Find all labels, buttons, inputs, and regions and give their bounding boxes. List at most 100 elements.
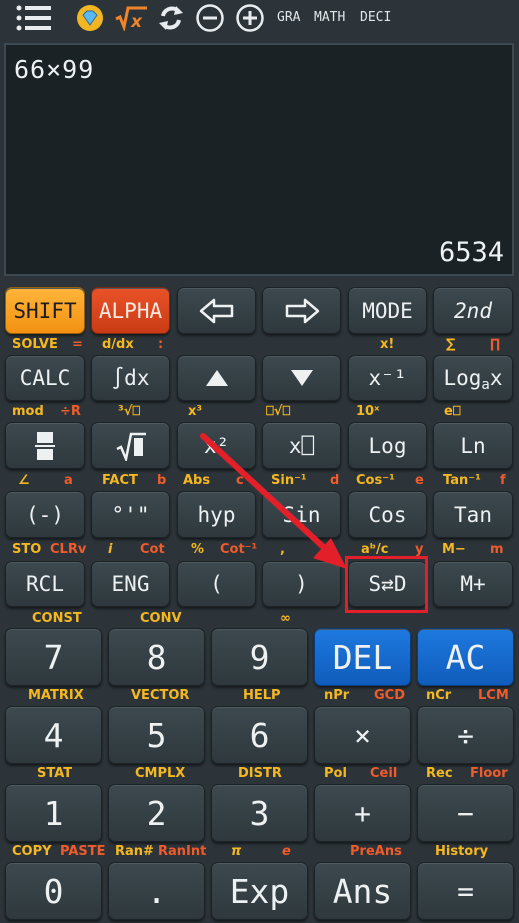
abc-label: aᵇ/c: [361, 542, 389, 557]
cursor-right-key[interactable]: [262, 287, 341, 334]
expression-text: 66×99: [14, 55, 95, 84]
exp-key[interactable]: Exp: [211, 862, 308, 920]
arrow-up-icon: [205, 370, 228, 386]
mplus-key[interactable]: M+: [433, 561, 513, 607]
f-label: f: [500, 473, 506, 488]
log-base-key[interactable]: Log a x: [433, 355, 513, 401]
divr-label: ÷R: [60, 404, 81, 419]
pi-label: π: [231, 844, 242, 859]
degree-key[interactable]: °'": [91, 491, 170, 538]
stat-label: STAT: [37, 766, 73, 781]
distr-label: DISTR: [238, 766, 282, 781]
arrow-right-icon: [285, 298, 319, 323]
eq-label: =: [72, 337, 83, 352]
m-label: m: [490, 542, 504, 557]
deci-button[interactable]: DECI: [360, 10, 391, 25]
fraction-icon: [35, 431, 55, 460]
npr-label: nPr: [324, 688, 350, 703]
ln-key[interactable]: Ln: [433, 422, 513, 469]
seven-key[interactable]: 7: [5, 628, 102, 686]
all-clear-key[interactable]: AC: [417, 628, 514, 686]
infinity-label: ∞: [280, 611, 291, 626]
integral-key[interactable]: ∫dx: [91, 355, 170, 401]
svg-text:x: x: [130, 12, 143, 31]
reciprocal-key[interactable]: x⁻¹: [348, 355, 427, 401]
multiply-key[interactable]: ×: [314, 706, 411, 764]
display-screen: 66×99 6534: [4, 43, 514, 276]
cmplx-label: CMPLX: [135, 766, 186, 781]
ddx-label: d/dx: [102, 337, 134, 352]
const-label: CONST: [32, 611, 82, 626]
fraction-key[interactable]: [5, 422, 85, 469]
diamond-icon[interactable]: [74, 3, 106, 33]
euler-label: e: [282, 844, 291, 859]
sqrt-key[interactable]: [91, 422, 170, 469]
five-key[interactable]: 5: [108, 706, 205, 764]
sqrt-icon: [115, 432, 146, 461]
minus-key[interactable]: −: [417, 784, 514, 842]
alpha-key[interactable]: ALPHA: [91, 287, 170, 334]
matrix-label: MATRIX: [28, 688, 84, 703]
two-key[interactable]: 2: [108, 784, 205, 842]
copy-label: COPY: [12, 844, 52, 859]
eng-key[interactable]: ENG: [91, 561, 170, 607]
calc-key[interactable]: CALC: [5, 355, 85, 401]
b-label: b: [157, 473, 167, 488]
vector-label: VECTOR: [131, 688, 190, 703]
gcd-label: GCD: [374, 688, 406, 703]
gra-button[interactable]: GRA: [277, 10, 300, 25]
history-label: History: [435, 844, 489, 859]
six-key[interactable]: 6: [211, 706, 308, 764]
log-base-sub: a: [481, 377, 490, 393]
help-label: HELP: [243, 688, 281, 703]
ncr-label: nCr: [426, 688, 452, 703]
tenx-label: 10ˣ: [356, 404, 380, 419]
up-key[interactable]: [177, 355, 256, 401]
lcm-label: LCM: [478, 688, 509, 703]
divide-key[interactable]: ÷: [417, 706, 514, 764]
a-label: a: [64, 473, 73, 488]
rcl-key[interactable]: RCL: [5, 561, 85, 607]
ans-key[interactable]: Ans: [314, 862, 411, 920]
sqrt-x-icon[interactable]: x: [114, 3, 148, 33]
e-label: e: [415, 473, 424, 488]
plus-key[interactable]: +: [314, 784, 411, 842]
zoom-in-icon[interactable]: [234, 3, 266, 33]
preans-label: PreAns: [350, 844, 402, 859]
top-toolbar: x GRA MATH DECI: [0, 0, 519, 38]
conv-label: CONV: [140, 611, 182, 626]
second-key[interactable]: 2nd: [433, 287, 513, 334]
one-key[interactable]: 1: [5, 784, 102, 842]
cos-key[interactable]: Cos: [348, 491, 427, 538]
x3-label: x³: [188, 404, 203, 419]
log-key[interactable]: Log: [348, 422, 427, 469]
cursor-left-key[interactable]: [177, 287, 256, 334]
mminus-label: M−: [442, 542, 466, 557]
cot-label: Cot: [140, 542, 165, 557]
equals-key[interactable]: =: [417, 862, 514, 920]
taninv-label: Tan⁻¹: [443, 473, 481, 488]
zero-key[interactable]: 0: [5, 862, 102, 920]
three-key[interactable]: 3: [211, 784, 308, 842]
pol-label: Pol: [324, 766, 347, 781]
annotation-arrow-icon: [200, 433, 347, 569]
down-key[interactable]: [262, 355, 341, 401]
four-key[interactable]: 4: [5, 706, 102, 764]
zoom-out-icon[interactable]: [194, 3, 226, 33]
menu-icon[interactable]: [15, 3, 53, 33]
decimal-key[interactable]: .: [108, 862, 205, 920]
cuberoot-label: ³√⎕: [118, 404, 141, 419]
nine-key[interactable]: 9: [211, 628, 308, 686]
negative-key[interactable]: (-): [5, 491, 85, 538]
mode-key[interactable]: MODE: [348, 287, 427, 334]
eight-key[interactable]: 8: [108, 628, 205, 686]
math-button[interactable]: MATH: [314, 10, 345, 25]
clrv-label: CLRv: [50, 542, 87, 557]
tan-key[interactable]: Tan: [433, 491, 513, 538]
i-label: i: [108, 542, 113, 557]
refresh-icon[interactable]: [156, 3, 186, 33]
shift-key[interactable]: SHIFT: [5, 287, 85, 334]
mod-label: mod: [12, 404, 44, 419]
paste-label: PASTE: [60, 844, 106, 859]
delete-key[interactable]: DEL: [314, 628, 411, 686]
